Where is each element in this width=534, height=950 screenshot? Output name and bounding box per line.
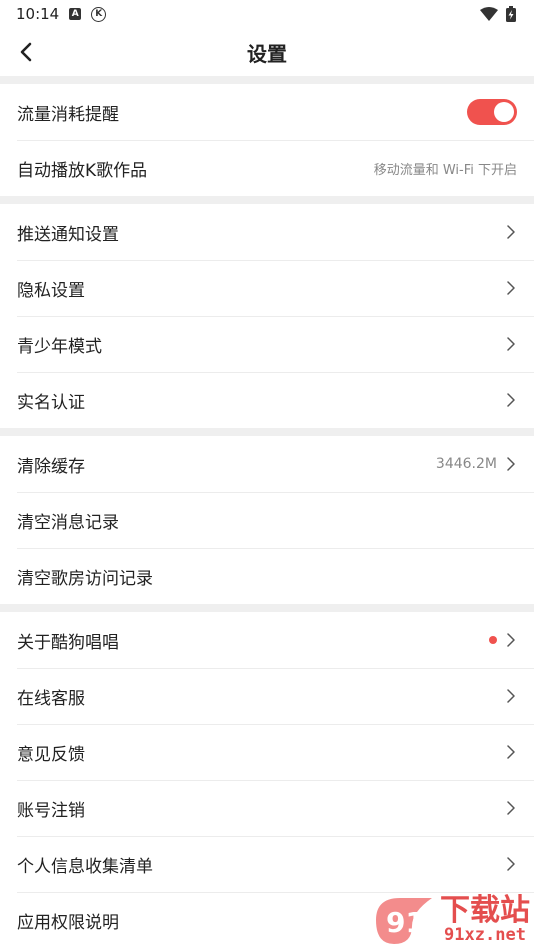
- setting-label: 自动播放K歌作品: [17, 160, 148, 181]
- settings-section-storage: 清除缓存 3446.2M 清空消息记录 清空歌房访问记录: [0, 436, 534, 604]
- watermark-logo-icon: 91: [376, 898, 432, 944]
- setting-label: 关于酷狗唱唱: [17, 632, 119, 653]
- setting-row-about[interactable]: 关于酷狗唱唱: [0, 612, 534, 668]
- header: 设置: [0, 28, 534, 76]
- back-button[interactable]: [8, 34, 44, 70]
- setting-label: 推送通知设置: [17, 224, 119, 245]
- chevron-right-icon: [505, 336, 517, 352]
- chevron-right-icon: [505, 280, 517, 296]
- status-left: 10:14 A K: [16, 5, 107, 23]
- chevron-right-icon: [505, 632, 517, 648]
- data-usage-alert-toggle[interactable]: [467, 99, 517, 125]
- row-right: [489, 632, 517, 648]
- setting-label: 在线客服: [17, 688, 85, 709]
- row-right: [505, 688, 517, 704]
- setting-row-teen-mode[interactable]: 青少年模式: [0, 316, 534, 372]
- new-badge-dot: [489, 636, 497, 644]
- settings-section-privacy: 推送通知设置 隐私设置 青少年模式 实名认证: [0, 204, 534, 428]
- chevron-right-icon: [505, 456, 517, 472]
- setting-row-delete-account[interactable]: 账号注销: [0, 780, 534, 836]
- row-right: [505, 224, 517, 240]
- chevron-right-icon: [505, 392, 517, 408]
- page-title: 设置: [247, 41, 287, 66]
- row-right: 移动流量和 Wi-Fi 下开启: [374, 159, 517, 178]
- autoplay-value: 移动流量和 Wi-Fi 下开启: [373, 162, 517, 178]
- setting-label: 清除缓存: [17, 456, 85, 477]
- setting-row-autoplay[interactable]: 自动播放K歌作品 移动流量和 Wi-Fi 下开启: [0, 140, 534, 196]
- watermark-title: 下载站: [440, 892, 530, 928]
- wifi-icon: [480, 7, 498, 21]
- row-right: [505, 744, 517, 760]
- setting-label: 流量消耗提醒: [17, 104, 119, 125]
- setting-label: 个人信息收集清单: [17, 856, 153, 877]
- setting-row-data-usage-alert[interactable]: 流量消耗提醒: [0, 84, 534, 140]
- setting-label: 青少年模式: [17, 336, 102, 357]
- chevron-right-icon: [505, 800, 517, 816]
- chevron-right-icon: [505, 856, 517, 872]
- section-divider: [0, 196, 534, 204]
- setting-row-customer-service[interactable]: 在线客服: [0, 668, 534, 724]
- setting-label: 意见反馈: [17, 744, 85, 765]
- row-right: [505, 856, 517, 872]
- k-circle-icon: K: [91, 6, 107, 22]
- section-divider: [0, 604, 534, 612]
- row-right: 3446.2M: [436, 456, 517, 472]
- toggle-knob: [494, 102, 514, 122]
- section-divider: [0, 428, 534, 436]
- a-badge-icon: A: [69, 8, 82, 20]
- setting-label: 清空消息记录: [17, 512, 119, 533]
- cache-size-value: 3446.2M: [435, 456, 497, 472]
- setting-row-real-name[interactable]: 实名认证: [0, 372, 534, 428]
- row-right: [505, 392, 517, 408]
- setting-row-clear-room-history[interactable]: 清空歌房访问记录: [0, 548, 534, 604]
- chevron-left-icon: [20, 42, 32, 62]
- setting-row-clear-messages[interactable]: 清空消息记录: [0, 492, 534, 548]
- chevron-right-icon: [505, 224, 517, 240]
- watermark: 91 下载站 91xz.net: [372, 892, 530, 948]
- watermark-logo-text: 91: [386, 906, 425, 939]
- row-right: [505, 280, 517, 296]
- settings-section-data: 流量消耗提醒 自动播放K歌作品 移动流量和 Wi-Fi 下开启: [0, 84, 534, 196]
- battery-charging-icon: [506, 6, 516, 22]
- row-right: [505, 800, 517, 816]
- status-bar: 10:14 A K: [0, 0, 534, 28]
- status-right: [480, 6, 516, 22]
- watermark-text: 下载站 91xz.net: [440, 892, 530, 945]
- section-divider: [0, 76, 534, 84]
- row-right: [505, 336, 517, 352]
- setting-label: 清空歌房访问记录: [17, 568, 153, 589]
- setting-label: 实名认证: [17, 392, 85, 413]
- chevron-right-icon: [505, 688, 517, 704]
- setting-label: 账号注销: [17, 800, 85, 821]
- status-time: 10:14: [16, 5, 60, 23]
- row-right: [467, 99, 517, 125]
- setting-label: 隐私设置: [17, 280, 85, 301]
- setting-row-personal-info-list[interactable]: 个人信息收集清单: [0, 836, 534, 892]
- setting-row-privacy[interactable]: 隐私设置: [0, 260, 534, 316]
- setting-row-clear-cache[interactable]: 清除缓存 3446.2M: [0, 436, 534, 492]
- setting-row-push-notifications[interactable]: 推送通知设置: [0, 204, 534, 260]
- watermark-url: 91xz.net: [442, 924, 528, 945]
- setting-row-feedback[interactable]: 意见反馈: [0, 724, 534, 780]
- chevron-right-icon: [505, 744, 517, 760]
